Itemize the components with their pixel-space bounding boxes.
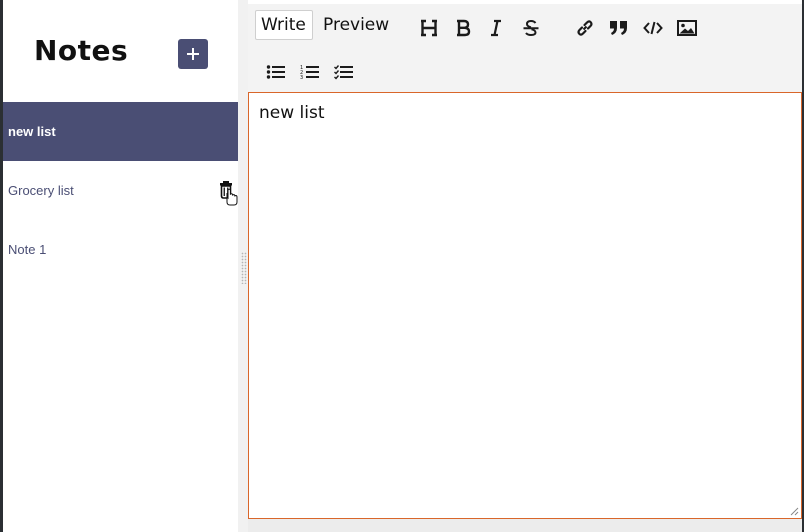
notes-sidebar: Notes new list Grocery list Note 1 (3, 0, 238, 532)
markdown-editor: Write Preview 1 2 3 new list (248, 4, 802, 532)
note-item-label: Grocery list (8, 183, 74, 198)
note-item-label: new list (8, 124, 56, 139)
app-window: Notes new list Grocery list Note 1 Write… (0, 0, 804, 532)
note-item-new-list[interactable]: new list (3, 102, 238, 161)
tab-preview[interactable]: Preview (318, 10, 394, 40)
editor-bottom-strip (248, 519, 802, 532)
ordered-list-icon[interactable]: 1 2 3 (298, 60, 322, 84)
editor-toolbar: Write Preview 1 2 3 (248, 4, 802, 92)
splitter-grip-icon[interactable] (241, 252, 247, 284)
note-item-grocery-list[interactable]: Grocery list (3, 161, 238, 220)
sidebar-header: Notes (3, 0, 238, 102)
add-note-button[interactable] (178, 39, 208, 69)
quote-icon[interactable] (607, 16, 631, 40)
checklist-icon[interactable] (332, 60, 356, 84)
delete-note-button[interactable] (219, 180, 239, 206)
note-item-label: Note 1 (8, 242, 47, 257)
tab-write[interactable]: Write (255, 10, 313, 40)
code-icon[interactable] (641, 16, 665, 40)
plus-icon (187, 48, 199, 60)
sidebar-title: Notes (34, 34, 129, 67)
editor-textarea[interactable]: new list (248, 92, 802, 519)
strikethrough-icon[interactable] (519, 16, 543, 40)
svg-text:3: 3 (300, 75, 303, 80)
heading-icon[interactable] (417, 16, 441, 40)
editor-content: new list (259, 103, 325, 123)
note-item-note-1[interactable]: Note 1 (3, 220, 238, 279)
italic-icon[interactable] (484, 16, 508, 40)
unordered-list-icon[interactable] (264, 60, 288, 84)
note-list: new list Grocery list Note 1 (3, 102, 238, 279)
resize-handle-icon[interactable] (789, 506, 799, 516)
trash-icon (220, 181, 238, 206)
bold-icon[interactable] (451, 16, 475, 40)
image-icon[interactable] (675, 16, 699, 40)
link-icon[interactable] (573, 16, 597, 40)
